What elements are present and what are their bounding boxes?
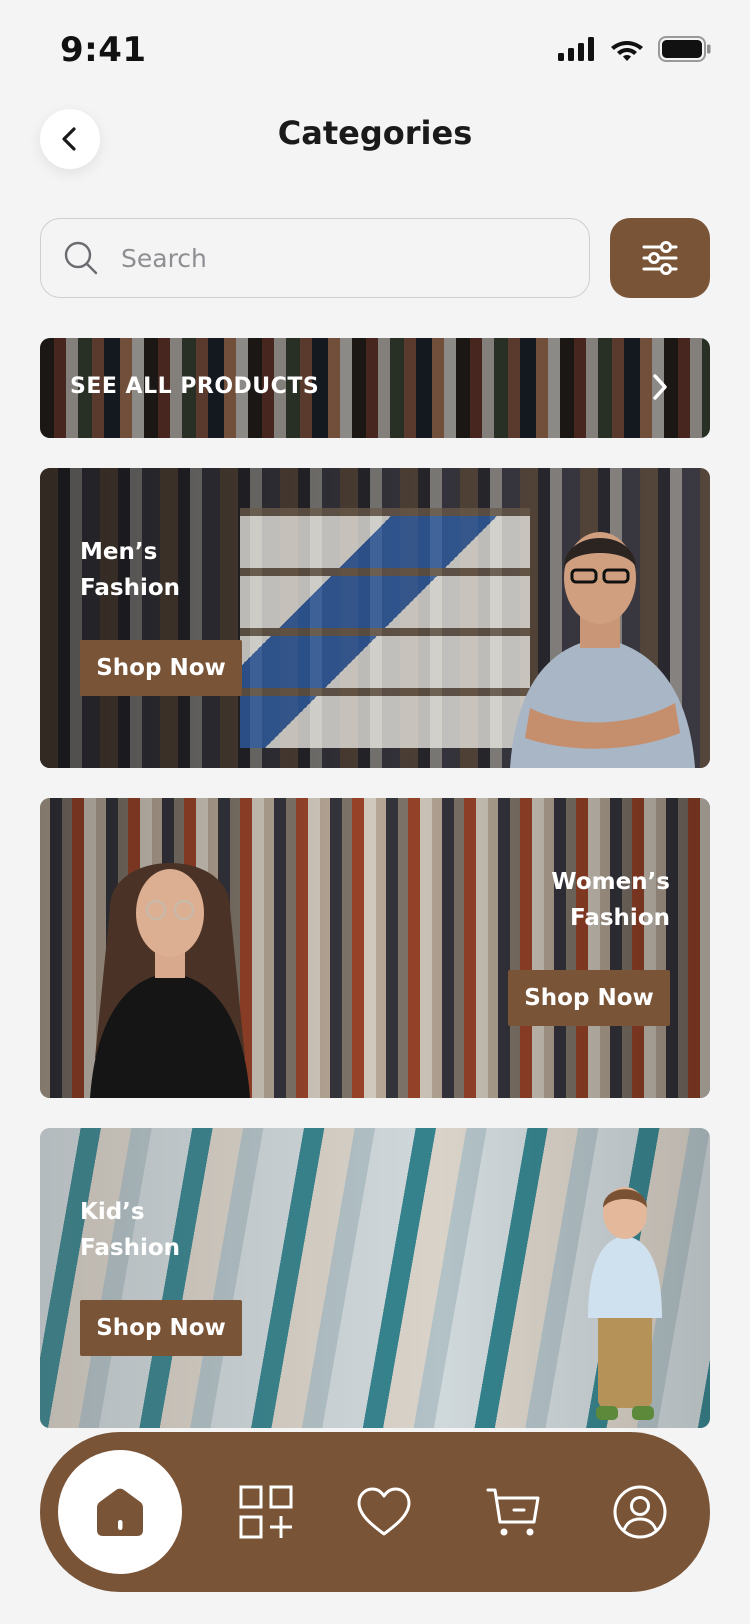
- status-icons: [558, 36, 712, 62]
- wifi-icon: [611, 41, 643, 61]
- man-portrait-image: [510, 532, 695, 768]
- search-icon: [64, 241, 98, 275]
- nav-home[interactable]: [58, 1450, 182, 1574]
- home-icon: [97, 1488, 143, 1536]
- battery-icon: [658, 36, 711, 62]
- signal-icon: [558, 37, 594, 61]
- category-title-kids: Kid’s Fashion: [80, 1199, 181, 1261]
- see-all-label: SEE ALL PRODUCTS: [70, 374, 320, 399]
- category-card-kids[interactable]: Kid’s Fashion Shop Now: [40, 1128, 710, 1428]
- status-bar: 9:41: [0, 0, 750, 100]
- bottom-nav: [40, 1432, 710, 1592]
- nav-profile[interactable]: [610, 1482, 670, 1542]
- category-card-mens[interactable]: Men’s Fashion Shop Now: [40, 468, 710, 768]
- nav-categories[interactable]: [236, 1482, 296, 1542]
- filter-sliders-icon: [642, 241, 678, 275]
- nav-cart[interactable]: [484, 1482, 544, 1542]
- woman-portrait-image: [90, 863, 250, 1098]
- search-placeholder: Search: [121, 243, 207, 273]
- search-input[interactable]: Search: [40, 218, 590, 298]
- page-title: Categories: [277, 114, 473, 152]
- chevron-right-icon: [653, 374, 667, 400]
- category-title-womens: Women’s Fashion: [551, 869, 670, 931]
- shop-now-button-mens[interactable]: Shop Now: [80, 640, 242, 696]
- category-card-womens[interactable]: Women’s Fashion Shop Now: [40, 798, 710, 1098]
- status-time: 9:41: [60, 30, 147, 70]
- category-title-mens: Men’s Fashion: [80, 539, 181, 601]
- store-shelf-image: [240, 508, 530, 748]
- shop-now-button-kids[interactable]: Shop Now: [80, 1300, 242, 1356]
- cart-icon: [486, 1488, 540, 1536]
- shop-now-button-womens[interactable]: Shop Now: [508, 970, 670, 1026]
- see-all-products-banner[interactable]: SEE ALL PRODUCTS: [40, 338, 710, 438]
- categories-icon: [239, 1485, 293, 1539]
- nav-favorites[interactable]: [354, 1482, 414, 1542]
- heart-icon: [357, 1487, 411, 1536]
- filter-button[interactable]: [610, 218, 710, 298]
- profile-icon: [613, 1485, 667, 1539]
- child-portrait-image: [588, 1187, 662, 1420]
